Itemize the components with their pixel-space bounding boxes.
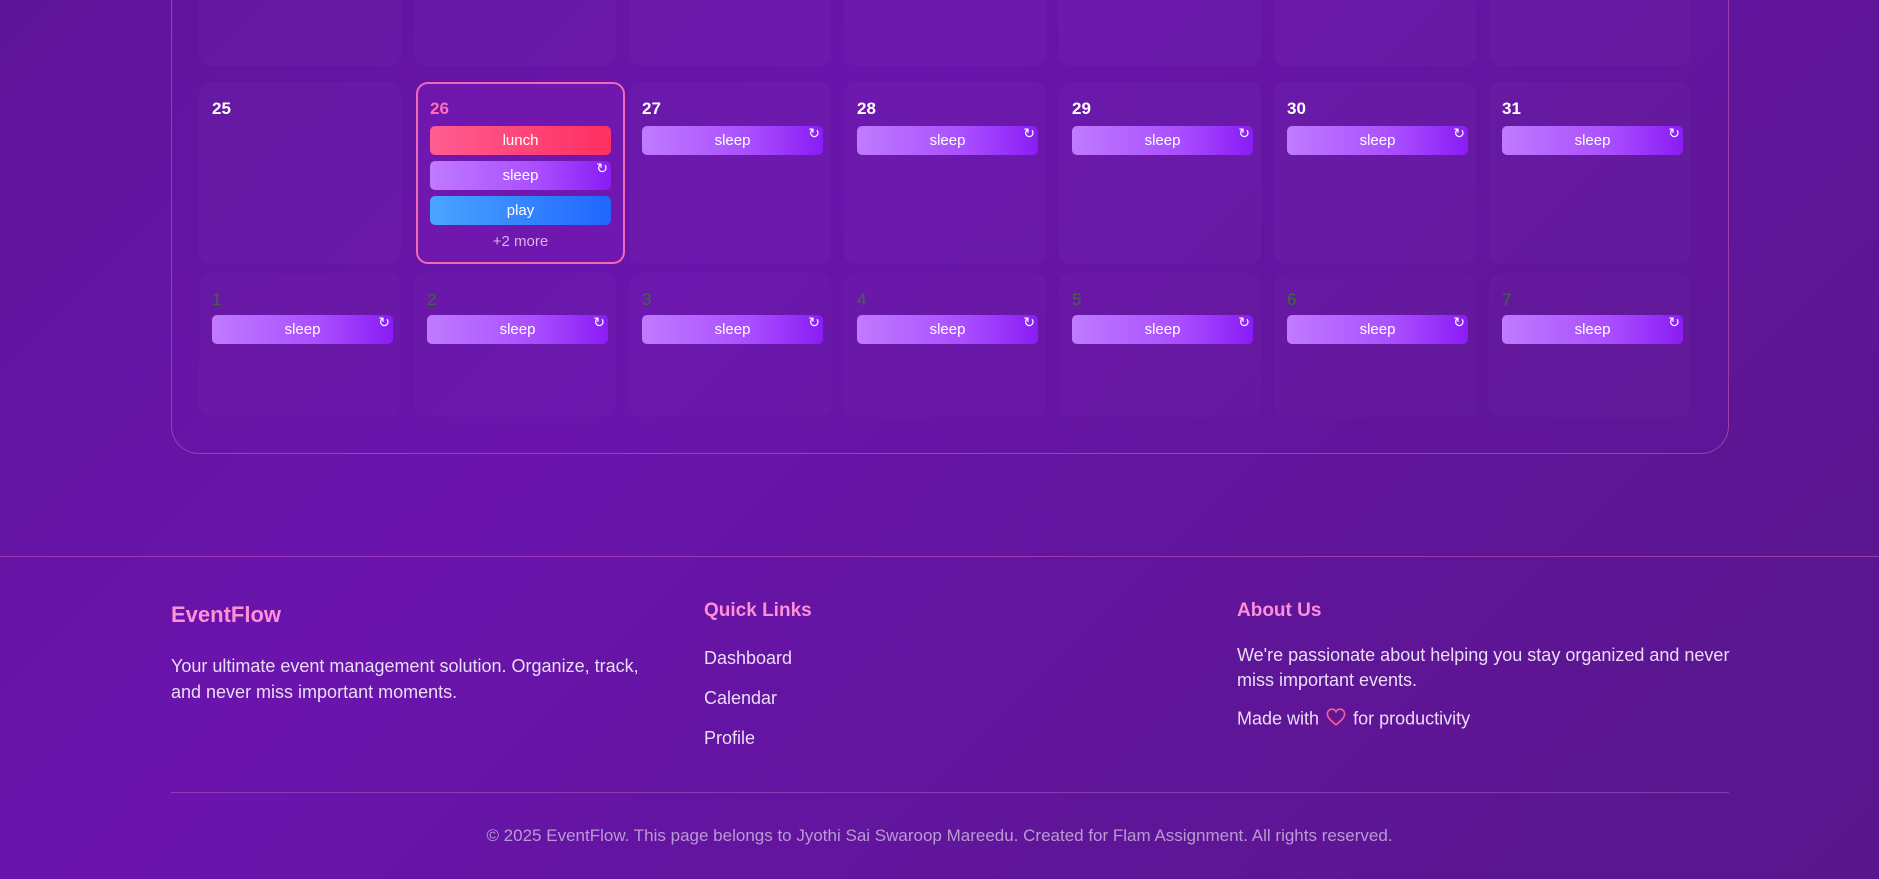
event-sleep[interactable]: sleep ↻	[642, 125, 823, 155]
repeat-icon: ↻	[1023, 314, 1035, 330]
calendar-day-26-today[interactable]: 26 lunch sleep ↻ play +2 more	[416, 82, 625, 264]
footer-bottom-divider	[171, 792, 1729, 793]
event-label: play	[506, 202, 535, 219]
event-sleep[interactable]: sleep ↻	[430, 160, 611, 190]
event-sleep[interactable]: sleep ↻	[1502, 314, 1683, 344]
event-label: sleep	[1574, 321, 1611, 338]
event-sleep[interactable]: sleep ↻	[1287, 125, 1468, 155]
event-label: lunch	[502, 132, 539, 149]
day-number: 3	[642, 290, 652, 309]
event-sleep[interactable]: sleep ↻	[1287, 314, 1468, 344]
event-label: sleep	[499, 321, 536, 338]
about-text: We're passionate about helping you stay …	[1237, 645, 1730, 690]
calendar-day-31[interactable]: 31 sleep ↻	[1489, 82, 1691, 264]
event-label: sleep	[929, 132, 966, 149]
event-label: sleep	[714, 132, 751, 149]
day-number: 6	[1287, 290, 1297, 309]
calendar-day-cell[interactable]	[844, 0, 1046, 66]
event-sleep[interactable]: sleep ↻	[857, 314, 1038, 344]
repeat-icon: ↻	[1453, 125, 1465, 141]
event-lunch[interactable]: lunch	[430, 126, 611, 155]
day-number: 1	[212, 290, 222, 309]
event-label: sleep	[502, 167, 539, 184]
repeat-icon: ↻	[1668, 125, 1680, 141]
footer-link-calendar[interactable]: Calendar	[704, 688, 777, 709]
day-number: 25	[212, 99, 231, 118]
event-label: sleep	[1144, 321, 1181, 338]
calendar-day-cell[interactable]	[414, 0, 616, 66]
calendar-day-30[interactable]: 30 sleep ↻	[1274, 82, 1476, 264]
repeat-icon: ↻	[808, 125, 820, 141]
calendar-day-27[interactable]: 27 sleep ↻	[629, 82, 831, 264]
more-events-link[interactable]: +2 more	[418, 233, 623, 250]
day-number: 26	[430, 99, 449, 118]
event-sleep[interactable]: sleep ↻	[1072, 314, 1253, 344]
event-label: sleep	[714, 321, 751, 338]
calendar-day-next-3[interactable]: 3 sleep ↻	[629, 273, 831, 417]
heart-icon	[1326, 708, 1346, 731]
day-number: 29	[1072, 99, 1091, 118]
calendar-day-cell[interactable]	[1274, 0, 1476, 66]
day-number: 2	[427, 290, 437, 309]
calendar-day-next-1[interactable]: 1 sleep ↻	[199, 273, 401, 417]
calendar-day-next-7[interactable]: 7 sleep ↻	[1489, 273, 1691, 417]
about-us-title: About Us	[1237, 600, 1322, 621]
made-with-suffix: for productivity	[1353, 708, 1471, 729]
quick-links-title: Quick Links	[704, 600, 812, 621]
calendar-day-next-4[interactable]: 4 sleep ↻	[844, 273, 1046, 417]
calendar-day-next-5[interactable]: 5 sleep ↻	[1059, 273, 1261, 417]
event-label: sleep	[284, 321, 321, 338]
day-number: 27	[642, 99, 661, 118]
footer-description: Your ultimate event management solution.…	[171, 656, 639, 702]
event-sleep[interactable]: sleep ↻	[857, 125, 1038, 155]
repeat-icon: ↻	[1238, 314, 1250, 330]
calendar-day-29[interactable]: 29 sleep ↻	[1059, 82, 1261, 264]
calendar-day-next-6[interactable]: 6 sleep ↻	[1274, 273, 1476, 417]
repeat-icon: ↻	[808, 314, 820, 330]
event-sleep[interactable]: sleep ↻	[212, 314, 393, 344]
copyright-text: © 2025 EventFlow. This page belongs to J…	[486, 826, 1393, 845]
calendar-day-25[interactable]: 25	[199, 82, 401, 264]
footer-link-dashboard[interactable]: Dashboard	[704, 648, 792, 669]
footer-link-profile[interactable]: Profile	[704, 728, 755, 749]
repeat-icon: ↻	[378, 314, 390, 330]
event-label: sleep	[1144, 132, 1181, 149]
day-number: 28	[857, 99, 876, 118]
event-label: sleep	[1359, 132, 1396, 149]
event-label: sleep	[1574, 132, 1611, 149]
day-number: 7	[1502, 290, 1512, 309]
day-number: 30	[1287, 99, 1306, 118]
event-label: sleep	[929, 321, 966, 338]
event-sleep[interactable]: sleep ↻	[427, 314, 608, 344]
event-sleep[interactable]: sleep ↻	[1072, 125, 1253, 155]
repeat-icon: ↻	[1453, 314, 1465, 330]
repeat-icon: ↻	[1238, 125, 1250, 141]
day-number: 31	[1502, 99, 1521, 118]
calendar-day-cell[interactable]	[1059, 0, 1261, 66]
calendar-day-cell[interactable]	[1489, 0, 1691, 66]
calendar-day-28[interactable]: 28 sleep ↻	[844, 82, 1046, 264]
event-sleep[interactable]: sleep ↻	[642, 314, 823, 344]
made-with-prefix: Made with	[1237, 708, 1320, 729]
repeat-icon: ↻	[1023, 125, 1035, 141]
event-label: sleep	[1359, 321, 1396, 338]
event-sleep[interactable]: sleep ↻	[1502, 125, 1683, 155]
made-with-line: Made with for productivity	[1237, 708, 1470, 731]
calendar-day-cell[interactable]	[629, 0, 831, 66]
calendar-day-cell[interactable]	[199, 0, 401, 66]
event-play[interactable]: play	[430, 196, 611, 225]
repeat-icon: ↻	[1668, 314, 1680, 330]
calendar-day-next-2[interactable]: 2 sleep ↻	[414, 273, 616, 417]
day-number: 4	[857, 290, 867, 309]
day-number: 5	[1072, 290, 1082, 309]
footer-divider	[0, 556, 1879, 557]
footer-brand: EventFlow	[171, 602, 282, 627]
repeat-icon: ↻	[593, 314, 605, 330]
repeat-icon: ↻	[596, 160, 608, 176]
